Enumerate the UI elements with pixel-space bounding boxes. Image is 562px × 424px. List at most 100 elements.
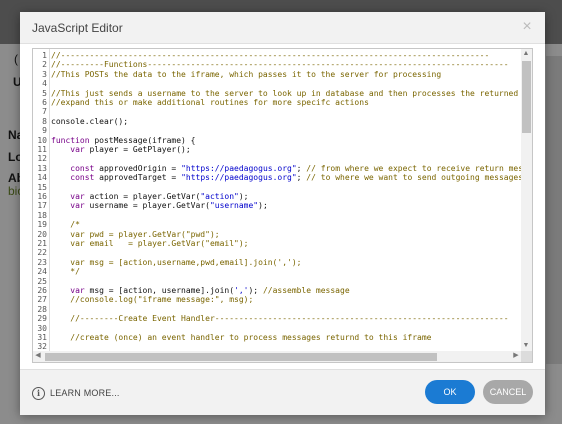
line-number: 5 xyxy=(42,88,47,98)
code-token: "username" xyxy=(209,201,259,211)
code-area[interactable]: //--------------------------------------… xyxy=(51,49,521,351)
vertical-scrollbar[interactable]: ▲ ▼ xyxy=(521,49,532,351)
code-token: var xyxy=(70,286,85,295)
scroll-down-icon[interactable]: ▼ xyxy=(521,341,531,351)
dialog-footer: i LEARN MORE... OK CANCEL xyxy=(20,369,545,415)
code-token: //---------Functions--------------------… xyxy=(51,60,509,70)
line-number: 28 xyxy=(37,304,47,314)
line-number: 21 xyxy=(37,239,47,248)
code-token: const xyxy=(70,173,95,183)
scroll-right-icon[interactable]: ▶ xyxy=(511,351,521,361)
line-number: 19 xyxy=(37,220,47,230)
code-line[interactable]: //This POSTs the data to the iframe, whi… xyxy=(51,70,441,79)
close-icon[interactable]: × xyxy=(519,18,535,36)
ok-button[interactable]: OK xyxy=(425,380,475,404)
code-line[interactable]: var email = player.GetVar("email"); xyxy=(51,239,248,248)
code-token: ; xyxy=(296,173,307,183)
code-line[interactable]: var msg = [action,username,pwd,email].jo… xyxy=(51,258,301,267)
code-token: ; xyxy=(296,163,307,173)
code-token: //expand this or make additional routine… xyxy=(51,98,369,107)
code-line[interactable]: function postMessage(iframe) { xyxy=(51,136,196,145)
line-number: 3 xyxy=(42,69,47,79)
line-number: 9 xyxy=(42,126,47,136)
code-line[interactable]: var username = player.GetVar("username")… xyxy=(51,201,268,210)
javascript-editor-dialog: JavaScript Editor × 1 2 3 4 5 6 7 8 9 10 11 12 13 14 1… xyxy=(20,12,545,415)
scroll-up-icon[interactable]: ▲ xyxy=(521,49,531,59)
code-token: action = player.GetVar( xyxy=(84,192,201,201)
vertical-scrollbar-thumb[interactable] xyxy=(522,61,531,133)
code-token: /* xyxy=(51,220,80,230)
code-line[interactable]: const approvedOrigin = "https://paedagog… xyxy=(51,164,521,173)
code-line[interactable]: var msg = [action, username].join(','); … xyxy=(51,286,349,295)
code-line[interactable]: //--------------------------------------… xyxy=(51,51,489,60)
line-number: 13 xyxy=(37,163,47,173)
code-token: var msg = [action,username,pwd,email].jo… xyxy=(51,257,302,267)
line-number: 31 xyxy=(37,333,47,342)
line-number: 10 xyxy=(37,135,47,145)
code-line[interactable]: //console.log("iframe message:", msg); xyxy=(51,295,253,304)
code-token: var xyxy=(70,145,85,154)
code-token: ',' xyxy=(234,286,249,295)
code-token: // from where we expect to receive retur… xyxy=(306,163,521,173)
code-line[interactable]: //create (once) an event handler to proc… xyxy=(51,333,431,342)
code-token: var pwd = player.GetVar("pwd"); xyxy=(51,229,220,239)
code-line[interactable]: var player = GetPlayer(); xyxy=(51,145,191,154)
code-line[interactable]: //--------Create Event Handler----------… xyxy=(51,314,509,324)
code-token: ); xyxy=(248,286,263,295)
code-line[interactable]: var action = player.GetVar("action"); xyxy=(51,192,248,201)
code-line[interactable]: var pwd = player.GetVar("pwd"); xyxy=(51,229,220,239)
code-token: //This POSTs the data to the iframe, whi… xyxy=(51,69,442,79)
code-token: function xyxy=(51,135,90,145)
code-token: username = player.GetVar( xyxy=(84,201,210,211)
learn-more-label: LEARN MORE... xyxy=(50,388,120,398)
info-icon: i xyxy=(32,386,45,400)
scrollbar-corner xyxy=(521,351,532,362)
code-token: "https://paedagogus.org" xyxy=(181,173,297,183)
line-number: 16 xyxy=(37,192,47,201)
code-line[interactable]: //---------Functions--------------------… xyxy=(51,60,509,69)
line-number: 11 xyxy=(37,145,47,154)
code-token: var xyxy=(70,192,85,201)
code-token: //--------------------------------------… xyxy=(51,51,490,60)
code-line[interactable]: console.clear(); xyxy=(51,117,128,126)
code-token: postMessage(iframe) { xyxy=(89,135,196,145)
horizontal-scrollbar[interactable]: ◀ ▶ xyxy=(33,351,521,362)
code-token: //--------Create Event Handler----------… xyxy=(51,314,509,324)
learn-more-link[interactable]: i LEARN MORE... xyxy=(32,385,120,401)
line-number: 27 xyxy=(37,295,47,305)
line-number: 25 xyxy=(37,276,47,286)
line-number: 8 xyxy=(42,116,47,126)
line-number: 23 xyxy=(37,257,47,267)
code-token: ); xyxy=(258,201,268,211)
code-line[interactable]: */ xyxy=(51,267,80,276)
line-number: 7 xyxy=(42,107,47,117)
line-number: 6 xyxy=(42,98,47,107)
scroll-left-icon[interactable]: ◀ xyxy=(33,351,43,361)
line-number: 15 xyxy=(37,182,47,192)
line-number: 22 xyxy=(37,248,47,258)
line-number: 1 xyxy=(42,51,47,60)
code-line[interactable]: /* xyxy=(51,220,80,229)
line-number: 2 xyxy=(42,60,47,70)
code-token: "https://paedagogus.org" xyxy=(181,163,297,173)
cancel-button[interactable]: CANCEL xyxy=(483,380,533,404)
code-token: console.clear(); xyxy=(51,116,129,126)
code-token: */ xyxy=(51,267,80,277)
code-line[interactable]: //This just sends a username to the serv… xyxy=(51,89,521,98)
line-number: 29 xyxy=(37,314,47,324)
code-line[interactable]: const approvedTarget = "https://paedagog… xyxy=(51,173,521,182)
line-number: 17 xyxy=(37,201,47,211)
horizontal-scrollbar-thumb[interactable] xyxy=(45,353,437,361)
dialog-header: JavaScript Editor × xyxy=(20,12,545,44)
code-editor[interactable]: 1 2 3 4 5 6 7 8 9 10 11 12 13 14 15 16 17 18 19 20 21 22 23 24 2… xyxy=(32,48,533,363)
line-number: 26 xyxy=(37,286,47,295)
code-token: player = GetPlayer(); xyxy=(84,145,191,154)
code-line[interactable]: //expand this or make additional routine… xyxy=(51,98,369,107)
dialog-title: JavaScript Editor xyxy=(32,21,123,35)
